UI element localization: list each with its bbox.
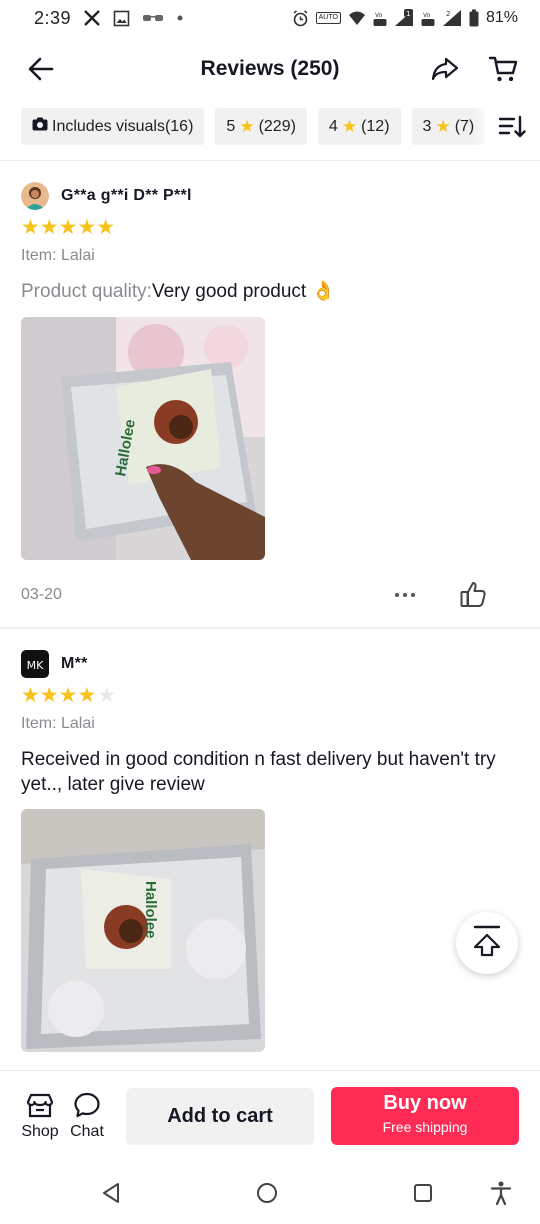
status-bar: 2:39 AUTO Vo 1 Vo 2 81%: [0, 0, 540, 36]
review-card: G**a g**i D** P**l ★★★★★ Item: Lalai Pro…: [21, 181, 521, 560]
volte-icon: Vo: [421, 9, 435, 27]
wifi-icon: [348, 10, 366, 26]
accessibility-icon[interactable]: [488, 1180, 514, 1206]
buy-now-button[interactable]: Buy now Free shipping: [331, 1087, 519, 1145]
gallery-icon: [113, 10, 130, 27]
dot-icon: [176, 14, 184, 22]
reviewer-row: G**a g**i D** P**l: [21, 181, 521, 211]
item-variant: Item: Lalai: [21, 247, 95, 264]
cart-icon[interactable]: [488, 54, 518, 84]
signal-icon: 1: [394, 9, 414, 27]
battery-percent: 81%: [485, 9, 518, 26]
filter-rating: 4: [328, 117, 338, 135]
svg-text:2: 2: [446, 10, 450, 18]
reviewer-name: M**: [61, 655, 88, 672]
more-icon[interactable]: [393, 586, 417, 604]
filter-label: Includes visuals(16): [52, 117, 194, 135]
system-nav-bar: [0, 1162, 540, 1224]
share-icon[interactable]: [430, 55, 460, 83]
buy-now-label: Buy now: [383, 1092, 467, 1114]
auto-icon: AUTO: [315, 12, 341, 24]
arrow-up-icon: [472, 924, 502, 963]
thumbs-up-icon[interactable]: [459, 580, 487, 608]
svg-text:Vo: Vo: [375, 12, 383, 19]
filters-fade: [472, 108, 494, 145]
filter-rating: 3: [422, 117, 432, 135]
stars-filled: ★★★★★: [21, 216, 116, 239]
battery-icon: [469, 9, 479, 27]
shop-button[interactable]: Shop: [15, 1091, 65, 1141]
star-icon: ★: [239, 116, 255, 136]
scroll-top-button[interactable]: [456, 912, 518, 974]
page-header: Reviews (250): [0, 40, 540, 98]
home-nav-icon[interactable]: [254, 1180, 280, 1206]
filter-4-star[interactable]: 4 ★ (12): [317, 108, 401, 145]
svg-text:1: 1: [406, 10, 410, 18]
header-divider: [0, 160, 540, 161]
shop-label: Shop: [21, 1123, 59, 1140]
reviewer-name: G**a g**i D** P**l: [61, 187, 192, 204]
add-to-cart-button[interactable]: Add to cart: [126, 1088, 314, 1145]
svg-text:MK: MK: [27, 659, 44, 672]
review-date: 03-20: [21, 586, 62, 603]
item-variant: Item: Lalai: [21, 715, 95, 732]
filter-count: (12): [361, 117, 390, 135]
glasses-icon: [142, 12, 164, 24]
avatar[interactable]: MK: [21, 650, 49, 678]
chat-button[interactable]: Chat: [62, 1091, 112, 1141]
filter-rating: 5: [226, 117, 236, 135]
quality-value: Very good product 👌: [151, 281, 336, 302]
quality-label: Product quality:: [21, 281, 152, 302]
stars-empty: ★: [97, 684, 117, 707]
alarm-icon: [292, 9, 309, 27]
free-shipping-label: Free shipping: [382, 1119, 468, 1135]
review-photo[interactable]: Hallolee: [21, 317, 265, 560]
sort-icon[interactable]: [498, 114, 526, 140]
x-icon: [83, 9, 101, 27]
review-photo[interactable]: Hallolee: [21, 809, 265, 1052]
signal-icon: 2: [442, 9, 462, 27]
svg-text:Vo: Vo: [423, 12, 431, 19]
chat-icon: [73, 1091, 101, 1119]
back-nav-icon[interactable]: [98, 1180, 124, 1206]
star-rating: ★★★★★: [21, 685, 521, 707]
review-divider: [0, 627, 540, 629]
review-meta: 03-20: [21, 580, 521, 610]
star-icon: ★: [435, 116, 451, 136]
stars-filled: ★★★★: [21, 684, 97, 707]
filter-count: (229): [258, 117, 296, 135]
star-rating: ★★★★★: [21, 217, 521, 239]
filter-5-star[interactable]: 5 ★ (229): [215, 108, 307, 145]
volte-icon: Vo: [373, 9, 387, 27]
shop-icon: [26, 1091, 54, 1119]
recents-nav-icon[interactable]: [410, 1180, 436, 1206]
review-quality: Product quality:Very good product 👌: [21, 279, 521, 303]
reviewer-row: MK M**: [21, 649, 521, 679]
rating-filters: Includes visuals(16) 5 ★ (229) 4 ★ (12) …: [21, 108, 540, 145]
star-icon: ★: [341, 116, 358, 136]
bottom-action-bar: Shop Chat Add to cart Buy now Free shipp…: [0, 1070, 540, 1162]
svg-text:Hallolee: Hallolee: [142, 881, 159, 939]
review-card: MK M** ★★★★ ★ Item: Lalai Received in goo…: [21, 649, 521, 1052]
review-text: Received in good condition n fast delive…: [21, 749, 496, 795]
avatar[interactable]: [21, 182, 49, 210]
filter-includes-visuals[interactable]: Includes visuals(16): [21, 108, 205, 145]
chat-label: Chat: [70, 1123, 104, 1140]
camera-icon: [32, 117, 48, 136]
status-time: 2:39: [34, 7, 72, 28]
